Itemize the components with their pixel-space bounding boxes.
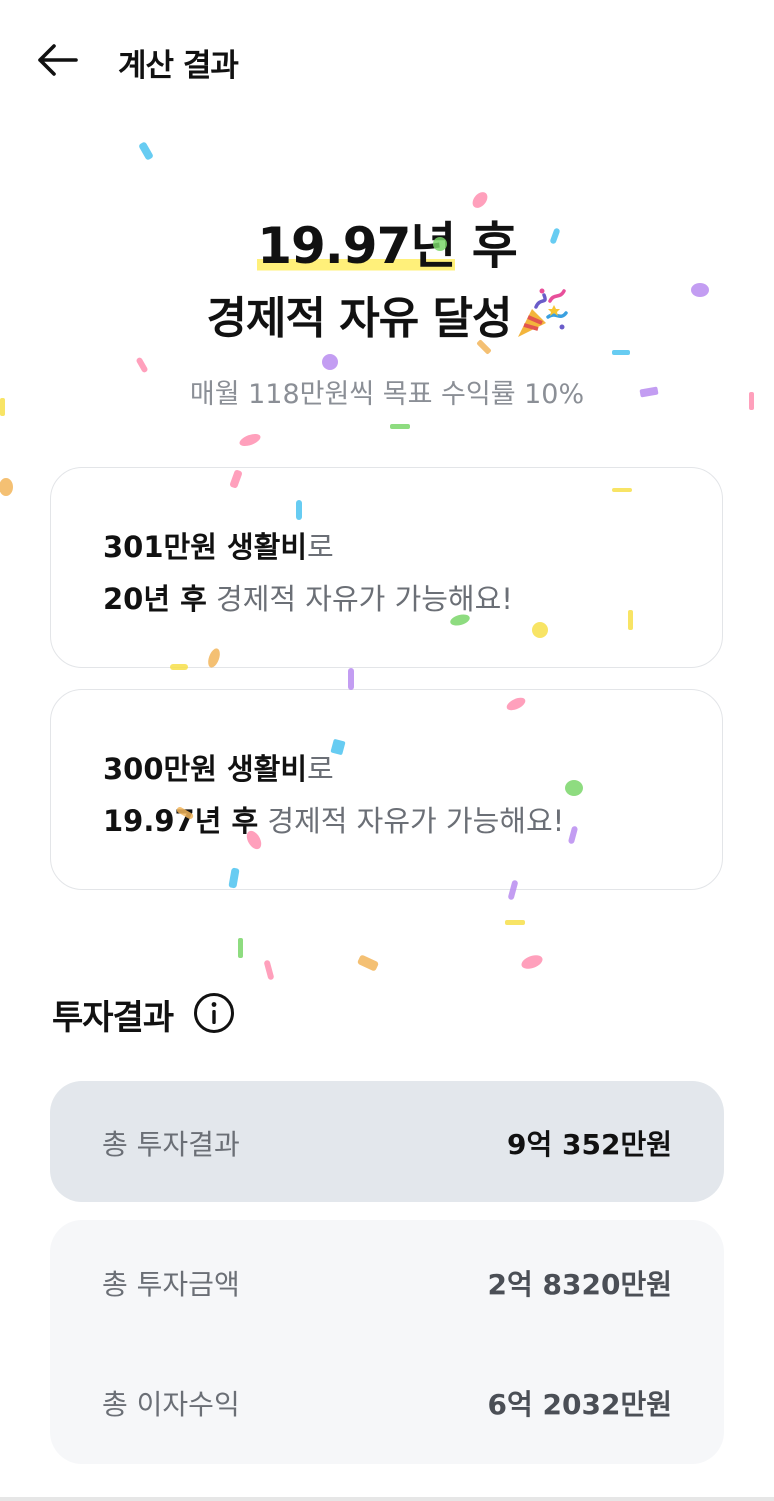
investment-breakdown: 총 투자금액 2억 8320만원 총 이자수익 6억 2032만원 [50,1220,724,1464]
back-arrow-icon [38,44,78,76]
hero-after: 후 [455,217,518,275]
scenario-years: 19.97년 후 [103,804,259,838]
hero-years: 19.97년 [257,217,456,275]
page-title: 계산 결과 [118,48,239,84]
scenario-years: 20년 후 [103,582,207,616]
scenario-amount: 300만원 생활비 [103,752,308,786]
hero-years-heading: 19.97년 후 [0,206,774,278]
total-result-row: 총 투자결과 9억 352만원 [50,1081,724,1202]
total-invested-value: 2억 8320만원 [487,1268,672,1301]
scenario-amount: 301만원 생활비 [103,530,308,564]
party-popper-icon [517,288,568,337]
scenario-message: 경제적 자유가 가능해요! [258,804,565,838]
bottom-divider [0,1497,774,1501]
scenario-suffix: 로 [307,752,334,786]
hero-achievement-heading: 경제적 자유 달성 [0,282,774,346]
hero-subtitle: 매월 118만원씩 목표 수익률 10% [189,379,585,410]
total-result-label: 총 투자결과 [102,1128,240,1161]
scenario-card: 301만원 생활비로 20년 후 경제적 자유가 가능해요! [50,467,723,668]
total-result-value: 9억 352만원 [507,1128,672,1161]
investment-section-title: 투자결과 [52,998,174,1038]
scenario-line2: 19.97년 후 경제적 자유가 가능해요! [103,798,564,840]
scenario-line1: 301만원 생활비로 [103,524,334,566]
scenario-line1: 300만원 생활비로 [103,746,334,788]
scenario-line2: 20년 후 경제적 자유가 가능해요! [103,576,513,618]
total-interest-label: 총 이자수익 [102,1388,240,1421]
scenario-message: 경제적 자유가 가능해요! [206,582,513,616]
total-interest-value: 6억 2032만원 [487,1388,672,1421]
info-icon [194,993,234,1033]
scenario-card: 300만원 생활비로 19.97년 후 경제적 자유가 가능해요! [50,689,723,890]
hero-achievement: 경제적 자유 달성 [206,293,513,344]
scenario-suffix: 로 [307,530,334,564]
total-invested-label: 총 투자금액 [102,1268,240,1301]
info-button[interactable] [192,991,236,1035]
app-header: 계산 결과 [0,0,774,118]
back-button[interactable] [30,36,86,84]
